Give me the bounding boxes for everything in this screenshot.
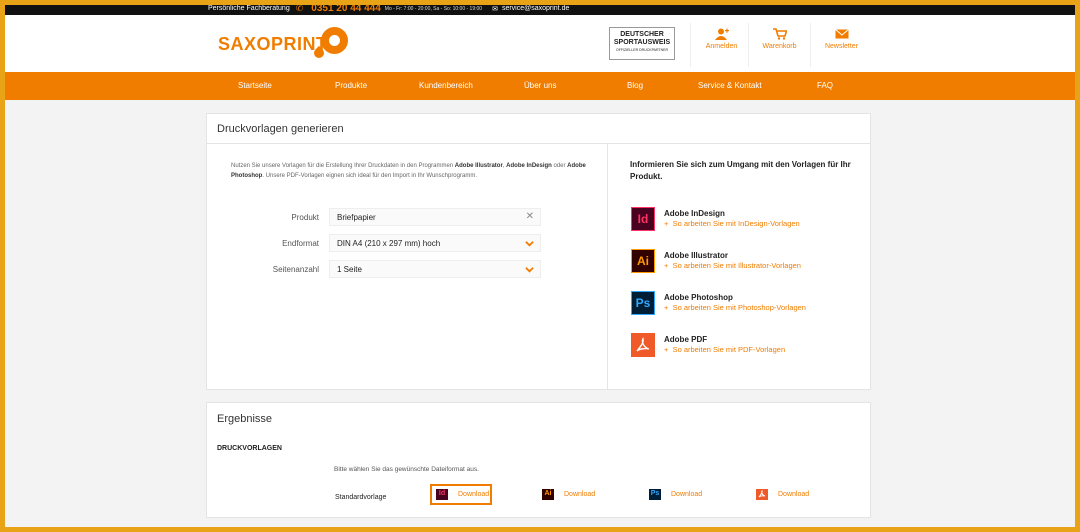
generator-title: Druckvorlagen generieren	[217, 123, 344, 135]
cart-link[interactable]: Warenkorb	[748, 23, 810, 67]
header: SAXOPRINT DEUTSCHER SPORTAUSWEIS OFFIZIE…	[5, 15, 1075, 72]
nav-item-blog[interactable]: Blog	[627, 81, 643, 90]
endformat-label: Endformat	[282, 239, 319, 248]
download-pdf-button[interactable]: Download	[752, 484, 814, 505]
indesign-icon: Id	[631, 207, 655, 231]
nav-item-service-kontakt[interactable]: Service & Kontakt	[698, 81, 762, 90]
download-label: Download	[671, 491, 703, 498]
info-title: Informieren Sie sich zum Umgang mit den …	[630, 160, 851, 181]
seitenanzahl-value: 1 Seite	[337, 265, 362, 274]
illustrator-help-link[interactable]: + So arbeiten Sie mit Illustrator-Vorlag…	[664, 261, 801, 270]
title-divider	[207, 143, 870, 144]
badge-line-2: SPORTAUSWEIS	[613, 39, 671, 46]
phone-icon: ✆	[295, 3, 304, 13]
newsletter-link[interactable]: Newsletter	[810, 23, 872, 67]
consultation-label: Persönliche Fachberatung	[208, 5, 290, 12]
user-add-icon	[714, 28, 729, 40]
chevron-down-icon	[525, 267, 534, 273]
results-card: Ergebnisse DRUCKVORLAGEN Bitte wählen Si…	[206, 402, 871, 518]
newsletter-label: Newsletter	[824, 43, 859, 50]
pdf-small-icon	[756, 489, 768, 500]
download-label: Download	[458, 491, 490, 498]
nav-item-faq[interactable]: FAQ	[817, 81, 833, 90]
illustrator-name: Adobe Illustrator	[664, 251, 729, 260]
indesign-name: Adobe InDesign	[664, 209, 725, 218]
nav-item-produkte[interactable]: Produkte	[335, 81, 367, 90]
product-field[interactable]: Briefpapier ✕	[329, 208, 541, 226]
endformat-value: DIN A4 (210 x 297 mm) hoch	[337, 239, 441, 248]
nav-item-ueber-uns[interactable]: Über uns	[524, 81, 556, 90]
download-label: Download	[564, 491, 596, 498]
login-label: Anmelden	[705, 43, 738, 50]
photoshop-icon: Ps	[631, 291, 655, 315]
standard-template-label: Standardvorlage	[335, 494, 387, 501]
logo-icon	[321, 27, 348, 54]
nav-item-startseite[interactable]: Startseite	[238, 81, 272, 90]
opening-hours: Mo - Fr: 7:00 - 20:00, Sa - So: 10:00 - …	[384, 5, 483, 12]
results-title: Ergebnisse	[217, 413, 273, 425]
indesign-small-icon: Id	[436, 489, 448, 500]
product-label: Produkt	[291, 213, 319, 222]
sportausweis-badge[interactable]: DEUTSCHER SPORTAUSWEIS OFFIZIELLER DRUCK…	[609, 27, 675, 60]
envelope-icon	[834, 29, 849, 39]
indesign-help-link[interactable]: + So arbeiten Sie mit InDesign-Vorlagen	[664, 219, 800, 228]
top-bar: Persönliche Fachberatung ✆ 0351 20 44 44…	[0, 0, 1080, 15]
download-label: Download	[778, 491, 810, 498]
cart-icon	[772, 28, 787, 40]
pdf-icon	[631, 333, 655, 357]
cart-label: Warenkorb	[762, 43, 797, 50]
seitenanzahl-label: Seitenanzahl	[272, 265, 319, 274]
login-link[interactable]: Anmelden	[690, 23, 752, 67]
illustrator-small-icon: Ai	[542, 489, 554, 500]
column-divider	[607, 144, 608, 390]
generator-intro: Nutzen Sie unsere Vorlagen für die Erste…	[231, 163, 586, 179]
chevron-down-icon	[525, 241, 534, 247]
illustrator-icon: Ai	[631, 249, 655, 273]
logo-text[interactable]: SAXOPRINT	[218, 34, 328, 55]
seitenanzahl-select[interactable]: 1 Seite	[329, 260, 541, 278]
badge-subtitle: OFFIZIELLER DRUCKPARTNER	[616, 48, 668, 52]
mail-icon: ✉	[492, 5, 498, 13]
phone-number[interactable]: 0351 20 44 444	[311, 4, 381, 14]
pdf-help-link[interactable]: + So arbeiten Sie mit PDF-Vorlagen	[664, 345, 785, 354]
results-subtitle: DRUCKVORLAGEN	[217, 445, 282, 452]
download-illustrator-button[interactable]: Ai Download	[538, 484, 600, 505]
pdf-name: Adobe PDF	[664, 335, 708, 344]
nav-item-kundenbereich[interactable]: Kundenbereich	[419, 81, 473, 90]
download-indesign-button[interactable]: Id Download	[430, 484, 492, 505]
download-photoshop-button[interactable]: Ps Download	[645, 484, 707, 505]
main-navigation: Startseite Produkte Kundenbereich Über u…	[5, 72, 1075, 100]
product-value: Briefpapier	[337, 213, 376, 222]
badge-line-1: DEUTSCHER	[620, 31, 664, 38]
endformat-select[interactable]: DIN A4 (210 x 297 mm) hoch	[329, 234, 541, 252]
results-hint: Bitte wählen Sie das gewünschte Dateifor…	[334, 466, 479, 473]
template-generator-card: Druckvorlagen generieren Nutzen Sie unse…	[206, 113, 871, 390]
service-email[interactable]: service@saxoprint.de	[502, 5, 569, 12]
photoshop-small-icon: Ps	[649, 489, 661, 500]
photoshop-name: Adobe Photoshop	[664, 293, 733, 302]
clear-icon[interactable]: ✕	[526, 212, 534, 222]
photoshop-help-link[interactable]: + So arbeiten Sie mit Photoshop-Vorlagen	[664, 303, 806, 312]
